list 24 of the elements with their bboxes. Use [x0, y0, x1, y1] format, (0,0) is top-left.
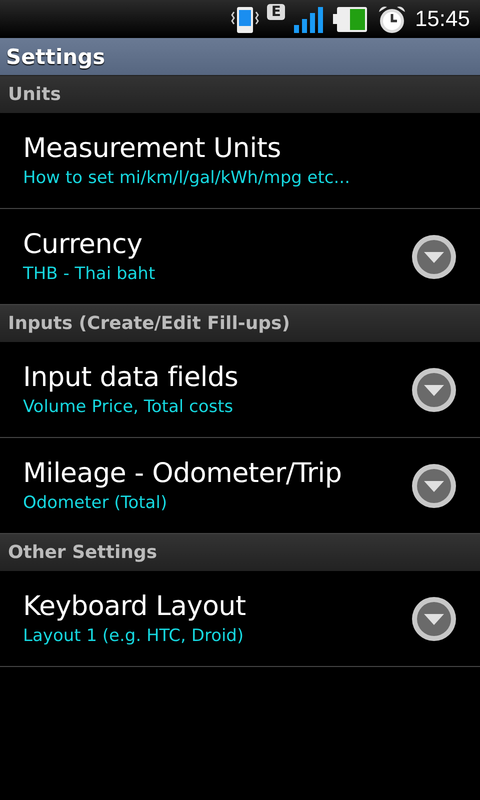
item-summary: How to set mi/km/l/gal/kWh/mpg etc... — [23, 168, 351, 188]
item-summary: Layout 1 (e.g. HTC, Droid) — [23, 626, 245, 646]
dropdown-icon — [412, 596, 456, 640]
item-title: Mileage - Odometer/Trip — [23, 458, 343, 489]
category-header: Units — [8, 84, 61, 105]
dropdown-icon — [412, 368, 456, 412]
item-summary: Odometer (Total) — [23, 493, 168, 513]
category-header: Inputs (Create/Edit Fill-ups) — [8, 313, 290, 334]
dropdown-icon — [412, 464, 456, 508]
vibrate-icon — [231, 4, 260, 34]
battery-icon — [332, 5, 369, 33]
item-summary: Volume Price, Total costs — [23, 397, 234, 417]
item-title: Currency — [23, 229, 144, 260]
item-title: Measurement Units — [23, 133, 282, 164]
signal-icon — [292, 5, 325, 33]
screen-title: Settings — [6, 44, 106, 68]
item-title: Input data fields — [23, 362, 240, 393]
network-type-label: E — [267, 4, 285, 20]
item-summary: THB - Thai baht — [23, 264, 156, 284]
category-header: Other Settings — [8, 542, 158, 563]
alarm-clock-icon — [376, 4, 407, 34]
clock-time: 15:45 — [414, 6, 470, 32]
item-title: Keyboard Layout — [23, 591, 247, 622]
dropdown-icon — [412, 234, 456, 278]
